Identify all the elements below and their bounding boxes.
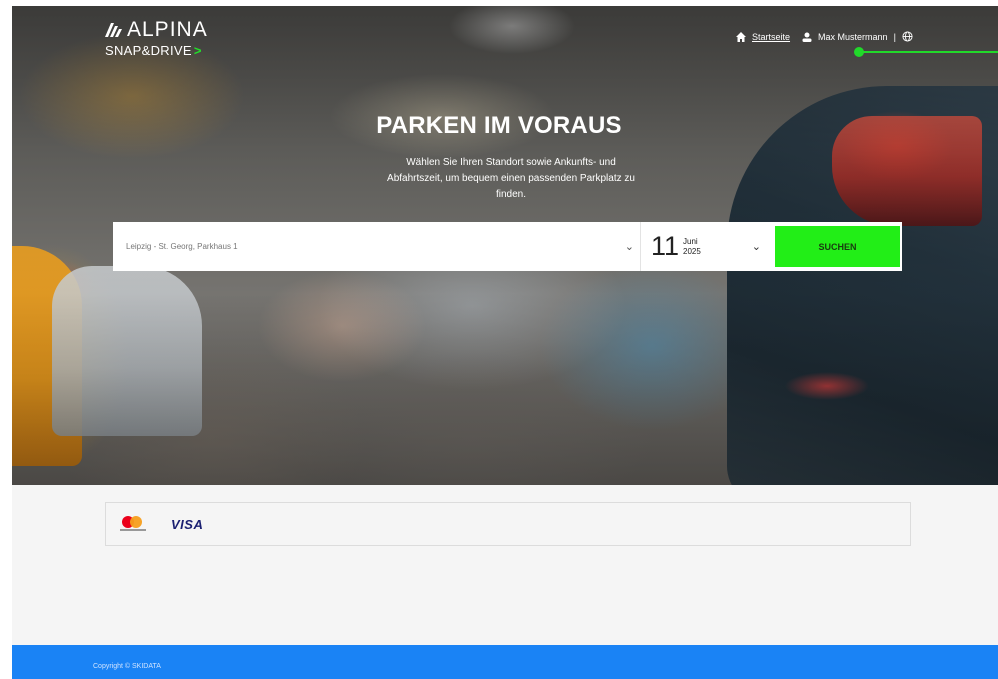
hero-subtitle: Wählen Sie Ihren Standort sowie Ankunfts… (387, 157, 635, 200)
location-value: Leipzig - St. Georg, Parkhaus 1 (126, 242, 238, 251)
accent-dot (854, 47, 864, 57)
nav-user-menu[interactable]: Max Mustermann (802, 32, 888, 42)
top-navigation: Startseite Max Mustermann | (736, 31, 913, 42)
date-year: 2025 (683, 246, 701, 256)
brand-tagline: SNAP&DRIVE (105, 43, 192, 58)
search-button[interactable]: SUCHEN (775, 226, 900, 267)
footer-copyright: Copyright © SKIDATA (93, 663, 161, 670)
home-icon (736, 31, 746, 42)
accent-line (860, 51, 998, 53)
date-picker[interactable]: 11 Juni 2025 ⌄ (641, 222, 773, 271)
globe-icon[interactable] (902, 31, 913, 42)
footer: Copyright © SKIDATA (12, 645, 998, 679)
nav-home-label: Startseite (752, 31, 791, 42)
visa-logo: VISA (171, 517, 204, 532)
brand-logo[interactable]: ALPINA SNAP&DRIVE > (105, 18, 208, 58)
nav-separator: | (893, 31, 896, 42)
location-select[interactable]: Leipzig - St. Georg, Parkhaus 1 ⌄ (113, 222, 641, 271)
app-frame: ALPINA SNAP&DRIVE > Startseite Max Muster… (12, 6, 998, 679)
brand-name: ALPINA (127, 18, 208, 41)
nav-user-name: Max Mustermann (818, 31, 888, 42)
payment-methods: VISA (105, 502, 911, 546)
mastercard-icon (120, 516, 146, 532)
search-bar: Leipzig - St. Georg, Parkhaus 1 ⌄ 11 Jun… (113, 222, 902, 271)
hero-title: PARKEN IM VORAUS (376, 112, 622, 139)
brand-arrow-icon: > (193, 43, 202, 58)
nav-home-link[interactable]: Startseite (736, 31, 791, 42)
chevron-down-icon: ⌄ (624, 241, 634, 253)
user-icon (802, 32, 812, 42)
chevron-down-icon: ⌄ (751, 241, 761, 253)
hero-banner: ALPINA SNAP&DRIVE > Startseite Max Muster… (12, 6, 998, 485)
date-month: Juni (683, 236, 698, 246)
alpina-mountain-icon (105, 23, 122, 37)
date-day: 11 (651, 231, 680, 261)
date-month-year: Juni 2025 (683, 237, 701, 257)
